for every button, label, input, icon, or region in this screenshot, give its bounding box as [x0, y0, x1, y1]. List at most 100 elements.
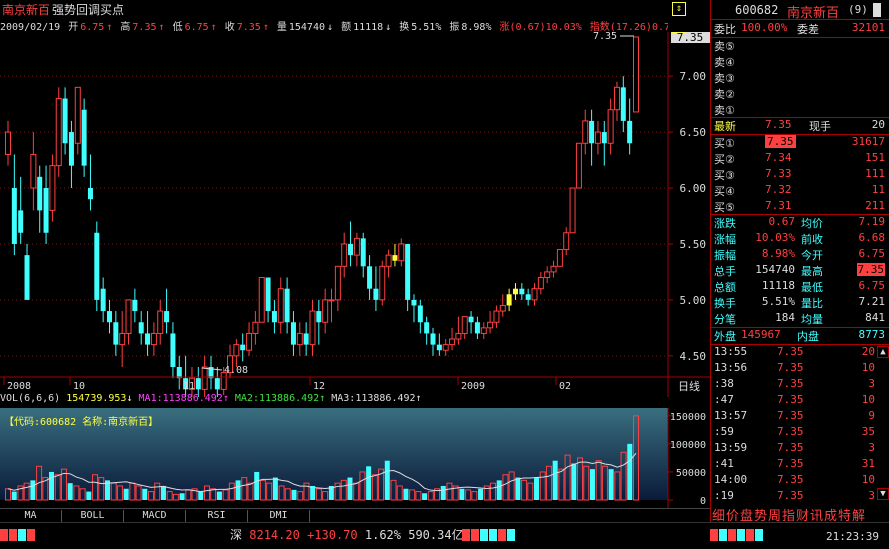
volume-bar-down [235, 480, 241, 500]
close-value: 7.35 [236, 22, 261, 32]
price-axis: 7.00 6.50 6.00 5.50 5.00 4.50 [668, 70, 706, 363]
scroll-handle[interactable] [873, 3, 881, 17]
volume-bar-down [589, 469, 595, 500]
index-value: 8214.20 [249, 528, 300, 542]
indicator-tab-rsi[interactable]: RSI [186, 510, 248, 522]
volume-bar-down [254, 471, 260, 500]
buy-label: 买③ [714, 169, 735, 182]
date-axis-label: 10 [73, 381, 85, 392]
buy-price: 7.33 [765, 167, 792, 180]
index-pct: 1.62% [364, 528, 401, 542]
buy-volume: 31617 [851, 135, 885, 148]
price-gridlines [0, 75, 668, 357]
buy-label: 买⑤ [714, 201, 735, 214]
candle-body-down [164, 311, 170, 323]
sell-row: 卖④ [711, 54, 887, 70]
status-box [507, 529, 515, 541]
candle-body-down [145, 333, 151, 345]
tick-qty: 3 [868, 441, 875, 454]
indicator-tab-boll[interactable]: BOLL [62, 510, 124, 522]
chart-title-bar: 南京新百 强势回调买点 [0, 0, 710, 18]
volume-chart[interactable]: 【代码:600682 名称:南京新百】 150000 100000 50000 0 [0, 408, 710, 508]
volume-bar-down [216, 491, 222, 500]
price-axis-label: 6.00 [680, 182, 707, 195]
candlestick-chart[interactable]: 7.00 6.50 6.00 5.50 5.00 4.50 2008 10 11 12 2009 0… [0, 32, 710, 397]
volume-bar-down [272, 477, 278, 500]
date-axis-label: 11 [183, 381, 195, 392]
volume-bar-down [552, 460, 558, 500]
candle-body-up [442, 344, 449, 351]
right-bottom-tabs[interactable]: 细价盘势周指财讯成特解 [710, 505, 889, 524]
volume-axis-label: 0 [700, 496, 706, 507]
status-box [462, 529, 470, 541]
date-axis-label: 12 [313, 381, 325, 392]
tick-time: :38 [714, 377, 734, 390]
period-daily-button[interactable]: 日线 [678, 379, 700, 393]
stat-row: 振幅 8.98% 今开 6.75 [711, 247, 887, 263]
candle-body-up [563, 232, 570, 251]
volume-header: VOL(6,6,6) 154739.953↓ MA1:113886.492↑ M… [0, 393, 668, 407]
candle-body-up [461, 316, 468, 334]
amount-value: 11118 [353, 22, 384, 32]
tick-row: :47 7.35 10 [711, 393, 887, 408]
candle-body-down [316, 311, 322, 323]
candle-body-up [385, 254, 392, 267]
stat-label: 最高 [801, 265, 823, 278]
buy-row: 买① 7.35 31617 [711, 135, 887, 151]
scroll-up-icon[interactable]: ▲ [877, 346, 889, 358]
indicator-tab-ma[interactable]: MA [0, 510, 62, 522]
index-change: +130.70 [307, 528, 358, 542]
vol-ma3: MA3:113886.492 [331, 393, 416, 404]
vol-ma2: MA2:113886.492 [234, 393, 320, 404]
status-box [755, 529, 763, 541]
candles[interactable] [5, 36, 639, 397]
candle-body-down [271, 311, 277, 323]
volume-bar-down [11, 491, 17, 500]
candle-body-up [449, 338, 456, 346]
jump-icon[interactable]: ⇕ [672, 2, 686, 16]
tick-row: 13:55 7.35 20 [711, 345, 887, 360]
indicator-tab-macd[interactable]: MACD [124, 510, 186, 522]
candle-body-up [55, 98, 62, 167]
quote-panel: 600682 南京新百 (9) 委比 100.00% 委差 32101 卖⑤ 卖④ 卖③ 卖② 卖① 最… [710, 0, 889, 522]
open-label: 开 [68, 22, 79, 32]
candle-body-down [113, 322, 119, 345]
tick-row: :59 7.35 35 [711, 425, 887, 440]
candle-body-up [309, 310, 316, 346]
candle-body-up [150, 332, 157, 346]
down-arrow: ↓ [327, 22, 334, 32]
candle-body-down [601, 132, 607, 144]
volume-bar-down [515, 477, 521, 500]
stat-value: 7.35 [856, 263, 885, 276]
weicha-value: 32101 [851, 21, 885, 34]
high-annotation: 7.35 [593, 32, 617, 42]
candle-body-down [195, 378, 201, 390]
tick-price: 7.35 [777, 377, 804, 390]
indicator-tab-dmi[interactable]: DMI [248, 510, 310, 522]
status-box [746, 529, 754, 541]
jump-icon-bg[interactable] [672, 32, 686, 33]
candle-body-down [417, 305, 423, 323]
stat-row: 总额 11118 最低 6.75 [711, 279, 887, 295]
tick-qty: 10 [861, 361, 875, 374]
candle-body-up [582, 120, 589, 144]
candle-body-up [487, 321, 494, 329]
candle-body-up [493, 310, 500, 323]
latest-value: 7.35 [765, 118, 792, 131]
indicator-name[interactable]: 强势回调买点 [52, 1, 124, 18]
candle-body-down [360, 238, 366, 267]
weibi-value: 100.00% [741, 21, 788, 34]
stock-name[interactable]: 南京新百 [2, 1, 50, 18]
candle-body-up [398, 243, 405, 262]
volume-bar-down [496, 480, 502, 500]
stat-value: 6.68 [858, 231, 886, 244]
tick-row: :41 7.35 31 [711, 457, 887, 472]
candle-body-up [201, 366, 208, 390]
scroll-down-icon[interactable]: ▼ [877, 488, 889, 500]
vol-value: 154740 [288, 22, 325, 32]
candle-body-down [367, 266, 373, 289]
market-ticker[interactable]: 深 8214.20 +130.70 1.62% 590.34亿 [230, 526, 464, 543]
status-indicator-mid [462, 529, 516, 544]
stat-value: 154740 [755, 263, 795, 276]
status-indicator-left [0, 529, 36, 544]
